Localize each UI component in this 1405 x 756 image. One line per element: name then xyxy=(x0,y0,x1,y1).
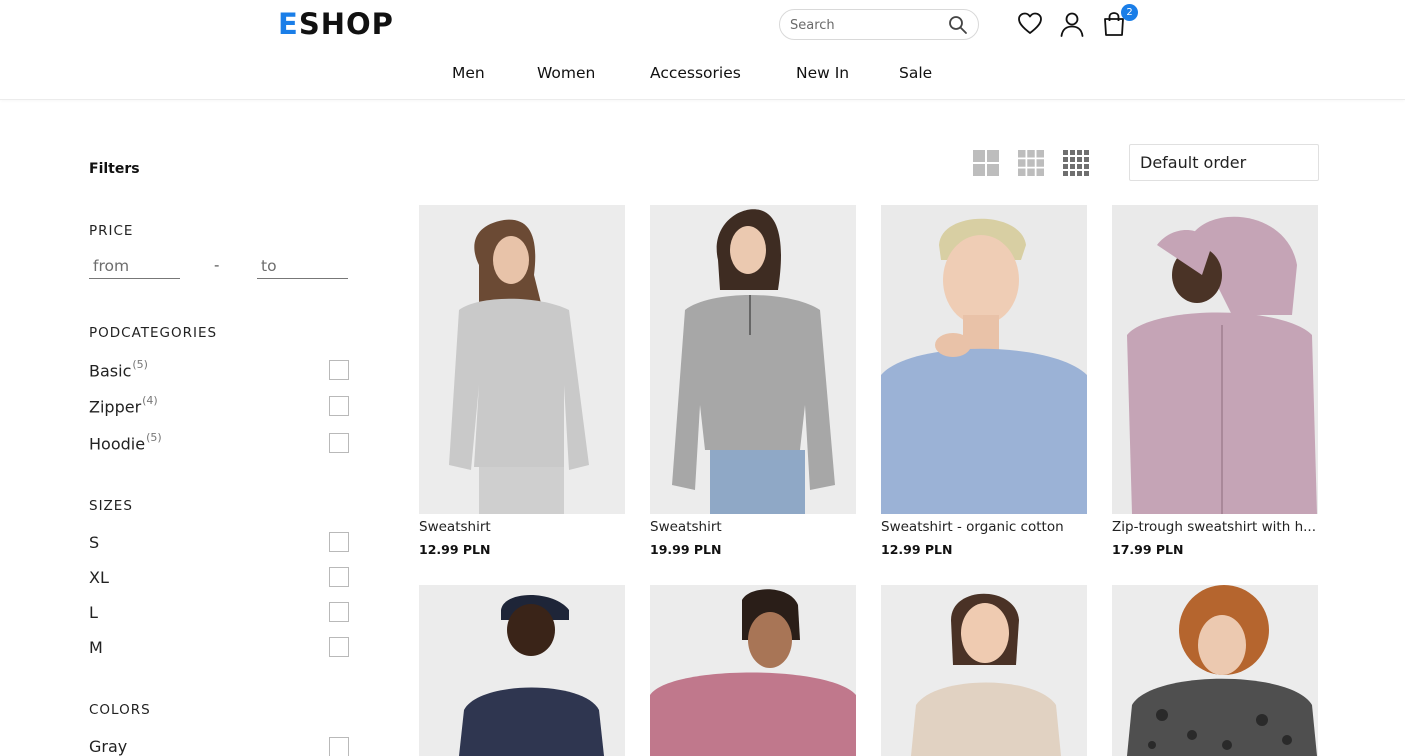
product-photo-zip-sweatshirt xyxy=(650,205,856,514)
product-price: 12.99 PLN xyxy=(419,542,491,557)
product-image[interactable] xyxy=(1112,585,1318,756)
nav-item-women[interactable]: Women xyxy=(537,64,595,82)
subcategory-basic: Basic(5) xyxy=(89,358,148,381)
nav-item-new-in[interactable]: New In xyxy=(796,64,849,82)
product-photo-pink-hoodie xyxy=(650,585,856,756)
grid-2-icon[interactable] xyxy=(973,150,999,176)
product-photo-leopard-hoodie xyxy=(1112,585,1318,756)
product-photo-organic-cotton xyxy=(881,205,1087,514)
sort-order-select[interactable]: Default order xyxy=(1129,144,1319,181)
product-name[interactable]: Zip-trough sweatshirt with h... xyxy=(1112,519,1318,535)
nav-item-sale[interactable]: Sale xyxy=(899,64,932,82)
product-image[interactable] xyxy=(419,585,625,756)
grid-3-icon[interactable] xyxy=(1018,150,1044,176)
subcategory-count: (4) xyxy=(142,394,158,407)
product-photo-beige-hoodie xyxy=(881,585,1087,756)
product-card[interactable]: Sweatshirt - organic cotton 12.99 PLN xyxy=(881,205,1087,565)
product-name[interactable]: Sweatshirt xyxy=(419,519,625,535)
product-image[interactable] xyxy=(650,585,856,756)
colors-section-title: COLORS xyxy=(89,702,151,718)
search-input[interactable] xyxy=(790,16,940,34)
filters-title: Filters xyxy=(89,161,140,177)
product-image[interactable] xyxy=(881,205,1087,514)
color-gray-checkbox[interactable] xyxy=(329,737,349,756)
product-image[interactable] xyxy=(1112,205,1318,514)
product-card[interactable]: Sweatshirt 19.99 PLN xyxy=(650,205,856,565)
product-price: 19.99 PLN xyxy=(650,542,722,557)
wishlist-heart-icon[interactable] xyxy=(1017,11,1043,37)
product-photo-zip-hoodie xyxy=(1112,205,1318,514)
product-price: 17.99 PLN xyxy=(1112,542,1184,557)
product-card[interactable] xyxy=(881,585,1087,756)
product-image[interactable] xyxy=(881,585,1087,756)
size-s-label: S xyxy=(89,533,100,552)
product-photo-navy-sweatshirt xyxy=(419,585,625,756)
subcategories-section-title: PODCATEGORIES xyxy=(89,325,218,341)
logo[interactable]: ESHOP xyxy=(278,8,394,40)
size-m-label: M xyxy=(89,638,103,657)
nav-item-men[interactable]: Men xyxy=(452,64,485,82)
product-card[interactable]: Zip-trough sweatshirt with h... 17.99 PL… xyxy=(1112,205,1318,565)
logo-text: SHOP xyxy=(298,7,394,41)
product-image[interactable] xyxy=(650,205,856,514)
search-icon[interactable] xyxy=(948,15,968,35)
price-separator: - xyxy=(214,256,220,274)
size-xl-label: XL xyxy=(89,568,109,587)
size-m-checkbox[interactable] xyxy=(329,637,349,657)
size-l-label: L xyxy=(89,603,98,622)
product-name[interactable]: Sweatshirt - organic cotton xyxy=(881,519,1087,535)
product-card[interactable] xyxy=(650,585,856,756)
product-card[interactable] xyxy=(419,585,625,756)
size-l-checkbox[interactable] xyxy=(329,602,349,622)
subcategory-label: Zipper xyxy=(89,397,142,417)
subcategory-hoodie-checkbox[interactable] xyxy=(329,433,349,453)
logo-initial: E xyxy=(278,7,299,41)
sizes-section-title: SIZES xyxy=(89,498,133,514)
cart-count-badge: 2 xyxy=(1121,4,1138,21)
subcategory-basic-checkbox[interactable] xyxy=(329,360,349,380)
main-nav: Men Women Accessories New In Sale xyxy=(0,64,1405,86)
grid-4-icon[interactable] xyxy=(1063,150,1089,176)
price-section-title: PRICE xyxy=(89,223,134,239)
price-from-input[interactable] xyxy=(89,253,180,279)
size-xl-checkbox[interactable] xyxy=(329,567,349,587)
subcategory-zipper-checkbox[interactable] xyxy=(329,396,349,416)
subcategory-hoodie: Hoodie(5) xyxy=(89,431,162,454)
product-image[interactable] xyxy=(419,205,625,514)
nav-item-accessories[interactable]: Accessories xyxy=(650,64,741,82)
color-gray-label: Gray xyxy=(89,737,128,756)
product-card[interactable]: Sweatshirt 12.99 PLN xyxy=(419,205,625,565)
size-s-checkbox[interactable] xyxy=(329,532,349,552)
product-name[interactable]: Sweatshirt xyxy=(650,519,856,535)
product-price: 12.99 PLN xyxy=(881,542,953,557)
account-user-icon[interactable] xyxy=(1059,11,1085,37)
search-box xyxy=(779,9,979,40)
product-card[interactable] xyxy=(1112,585,1318,756)
subcategory-zipper: Zipper(4) xyxy=(89,394,158,417)
subcategory-count: (5) xyxy=(132,358,148,371)
product-photo-sweatshirt-gray xyxy=(419,205,625,514)
subcategory-count: (5) xyxy=(146,431,162,444)
subcategory-label: Hoodie xyxy=(89,434,146,454)
subcategory-label: Basic xyxy=(89,361,132,381)
price-to-input[interactable] xyxy=(257,253,348,279)
site-header: ESHOP 2 Men Women Accessories New In Sal… xyxy=(0,0,1405,100)
